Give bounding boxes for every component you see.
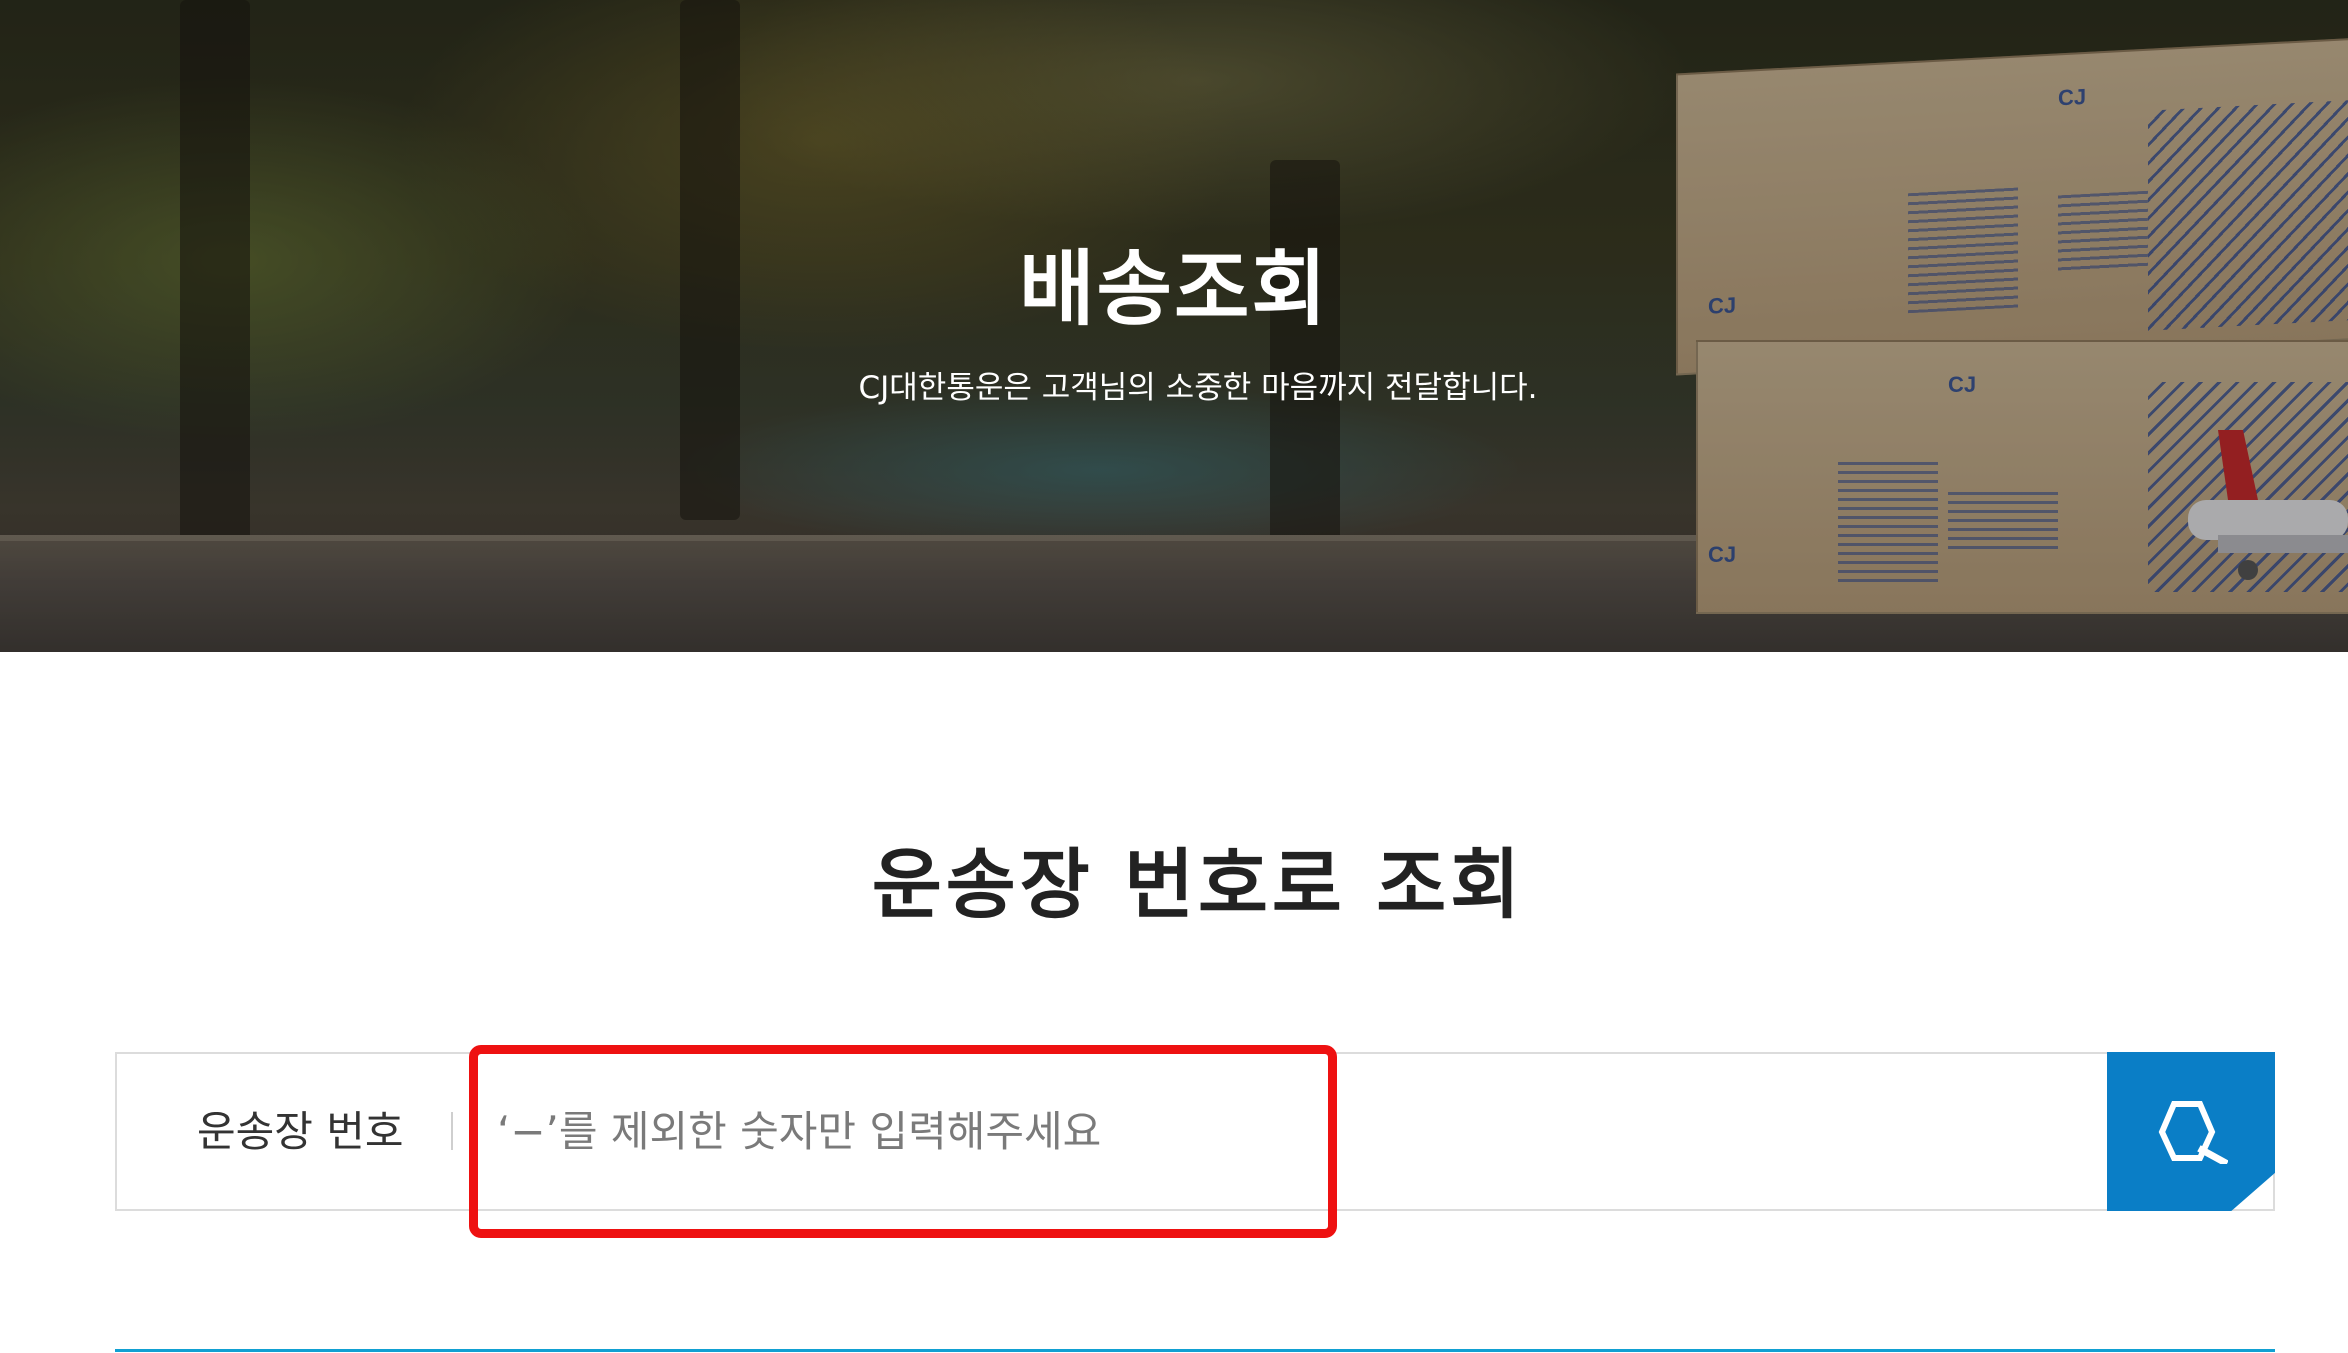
highlight-annotation [469, 1045, 1337, 1238]
tracking-number-label: 운송장 번호 [197, 1107, 404, 1156]
search-icon [2158, 1101, 2228, 1164]
label-divider [451, 1112, 453, 1150]
page-title: 배송조회 [1019, 242, 1329, 337]
search-button[interactable] [2107, 1052, 2275, 1211]
section-divider-line [115, 1349, 2275, 1352]
hero-banner: CJ CJ CJ CJ 배송조회 CJ대한통운은 고객님의 소중한 마음까지 전… [0, 0, 2348, 652]
page: CJ CJ CJ CJ 배송조회 CJ대한통운은 고객님의 소중한 마음까지 전… [0, 0, 2348, 1353]
section-title: 운송장 번호로 조회 [871, 840, 1525, 929]
page-subtitle: CJ대한통운은 고객님의 소중한 마음까지 전달합니다. [858, 370, 1538, 406]
